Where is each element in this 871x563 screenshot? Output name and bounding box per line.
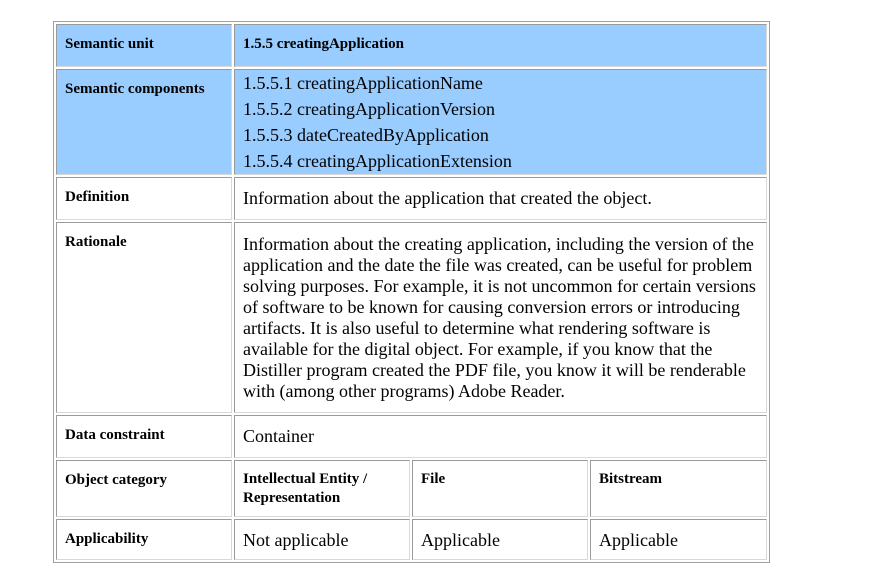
object-category-column: File (412, 460, 588, 517)
object-category-row: Object category Intellectual Entity / Re… (56, 460, 767, 517)
definition-row: Definition Information about the applica… (56, 177, 767, 220)
rationale-value: Information about the creating applicati… (234, 222, 767, 413)
data-constraint-row: Data constraint Container (56, 415, 767, 458)
applicability-value: Applicable (590, 519, 767, 560)
semantic-components-label: Semantic components (56, 69, 232, 175)
applicability-value: Applicable (412, 519, 588, 560)
object-category-column: Intellectual Entity / Representation (234, 460, 410, 517)
definition-label: Definition (56, 177, 232, 220)
definition-value: Information about the application that c… (234, 177, 767, 220)
applicability-row: Applicability Not applicable Applicable … (56, 519, 767, 560)
applicability-label: Applicability (56, 519, 232, 560)
rationale-row: Rationale Information about the creating… (56, 222, 767, 413)
data-constraint-value: Container (234, 415, 767, 458)
applicability-value: Not applicable (234, 519, 410, 560)
rationale-label: Rationale (56, 222, 232, 413)
semantic-components-row: Semantic components 1.5.5.1 creatingAppl… (56, 69, 767, 175)
data-dictionary-entry: Semantic unit 1.5.5 creatingApplication … (53, 21, 770, 563)
semantic-unit-value: 1.5.5 creatingApplication (234, 24, 767, 67)
semantic-components-list: 1.5.5.1 creatingApplicationName 1.5.5.2 … (234, 69, 767, 175)
semantic-unit-table: Semantic unit 1.5.5 creatingApplication … (53, 21, 770, 563)
data-constraint-label: Data constraint (56, 415, 232, 458)
semantic-component-item: 1.5.5.2 creatingApplicationVersion (243, 99, 495, 119)
semantic-component-item: 1.5.5.3 dateCreatedByApplication (243, 125, 489, 145)
object-category-column: Bitstream (590, 460, 767, 517)
semantic-component-item: 1.5.5.4 creatingApplicationExtension (243, 151, 512, 171)
semantic-component-item: 1.5.5.1 creatingApplicationName (243, 73, 483, 93)
object-category-label: Object category (56, 460, 232, 517)
semantic-unit-row: Semantic unit 1.5.5 creatingApplication (56, 24, 767, 67)
semantic-unit-label: Semantic unit (56, 24, 232, 67)
